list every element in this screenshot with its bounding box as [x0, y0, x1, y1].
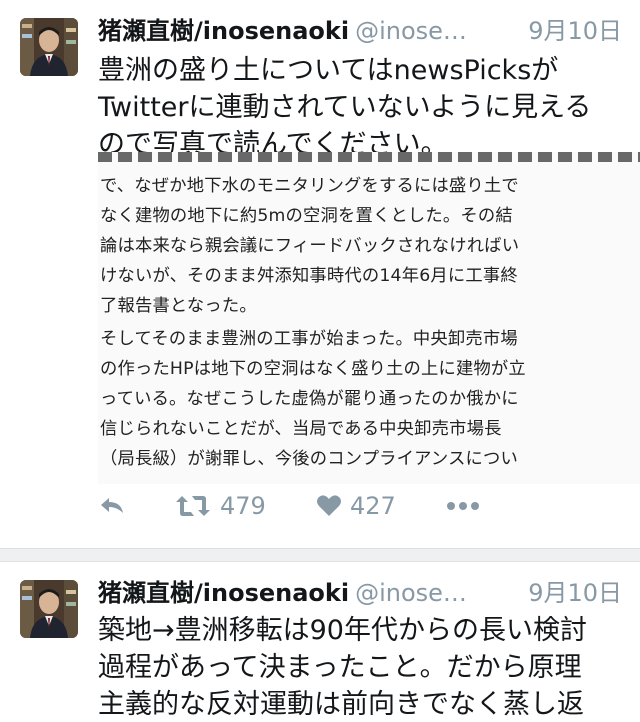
- user-handle[interactable]: @inose…: [355, 579, 467, 607]
- tweet-header: 猪瀬直樹/inosenaoki @inose… 9月10日: [98, 576, 622, 610]
- display-name[interactable]: 猪瀬直樹/inosenaoki: [98, 17, 349, 45]
- photo-cropped-text-edge: [98, 152, 640, 162]
- photo-text-line: 信じられないことだが、当局である中央卸売市場長: [100, 419, 502, 439]
- like-count: 427: [350, 492, 396, 520]
- retweet-count: 479: [220, 492, 266, 520]
- photo-text-line: そしてそのまま豊洲の工事が始まった。中央卸売市場: [100, 329, 518, 349]
- more-button[interactable]: [446, 488, 480, 524]
- retweet-button[interactable]: 479: [174, 488, 266, 524]
- reply-icon: [98, 494, 126, 518]
- tweet-header: 猪瀬直樹/inosenaoki @inose… 9月10日: [98, 14, 622, 48]
- tweet-text: 築地→豊洲移転は90年代からの長い検討 過程があって決まったこと。だから原理 主…: [98, 615, 587, 720]
- photo-text-line: 論は本来なら親会議にフィードバックされなければい: [100, 236, 520, 256]
- retweet-icon: [174, 493, 212, 519]
- tweet[interactable]: 猪瀬直樹/inosenaoki @inose… 9月10日 築地→豊洲移転は90年…: [0, 562, 640, 722]
- tweet-separator: [0, 548, 640, 562]
- tweet-date[interactable]: 9月10日: [518, 576, 622, 610]
- tweet-actions: 479 427: [98, 488, 518, 524]
- tweet-text: 豊洲の盛り土についてはnewsPicksが Twitterに連動されていないよう…: [98, 55, 592, 160]
- photo-text-line: で、なぜか地下水のモニタリングをするには盛り土で: [100, 176, 519, 196]
- photo-text-line: （局長級）が謝罪し、今後のコンプライアンスについ: [100, 449, 518, 469]
- more-icon: [446, 501, 480, 511]
- tweet-photo[interactable]: で、なぜか地下水のモニタリングをするには盛り土で なく建物の地下に約5mの空洞を…: [98, 152, 640, 484]
- like-button[interactable]: 427: [316, 488, 396, 524]
- display-name[interactable]: 猪瀬直樹/inosenaoki: [98, 579, 349, 607]
- avatar[interactable]: [20, 580, 78, 638]
- tweet[interactable]: 猪瀬直樹/inosenaoki @inose… 9月10日 豊洲の盛り土については…: [0, 0, 640, 548]
- reply-button[interactable]: [98, 488, 126, 524]
- heart-icon: [316, 494, 342, 518]
- photo-text-line: の作ったHPは地下の空洞はなく盛り土の上に建物が立: [100, 359, 526, 379]
- photo-text-line: っている。なぜこうした虚偽が罷り通ったのか俄かに: [100, 389, 519, 409]
- photo-text-line: なく建物の地下に約5mの空洞を置くとした。その結: [100, 206, 513, 226]
- user-handle[interactable]: @inose…: [355, 17, 467, 45]
- tweet-date[interactable]: 9月10日: [518, 14, 622, 48]
- avatar[interactable]: [20, 18, 78, 76]
- photo-text-line: 了報告書となった。: [100, 296, 257, 316]
- photo-text-line: けないが、そのまま舛添知事時代の14年6月に工事終: [100, 266, 518, 286]
